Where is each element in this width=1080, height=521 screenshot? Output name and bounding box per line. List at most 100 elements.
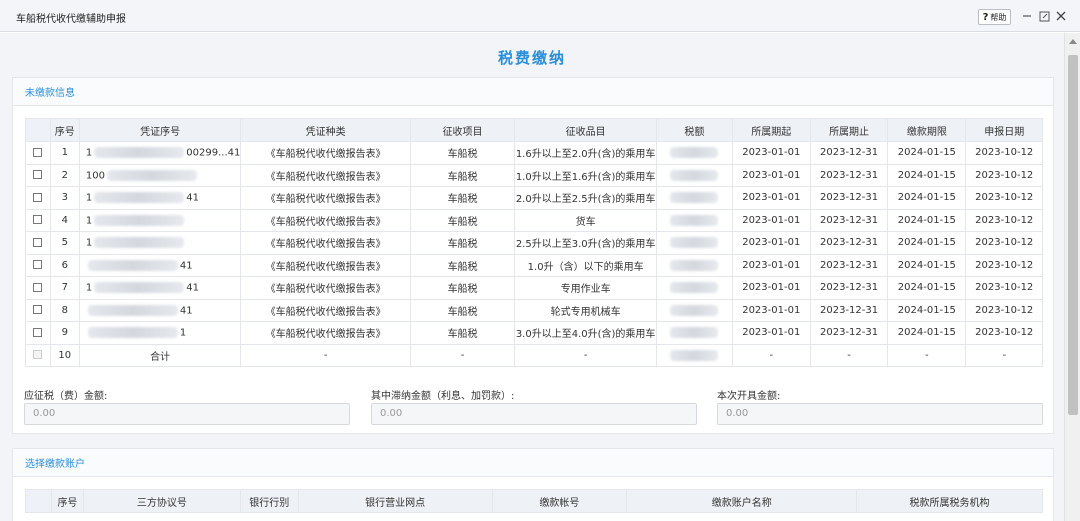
redacted-block (87, 304, 178, 316)
row-checkbox (33, 350, 43, 360)
row-number: 5 (49, 231, 80, 255)
close-icon[interactable] (1054, 9, 1068, 23)
scrollbar-thumb[interactable] (1068, 55, 1078, 415)
invoice-amount-label: 本次开具金额: (717, 391, 781, 402)
row-checkbox-cell[interactable] (25, 276, 51, 300)
tax-amount (656, 141, 733, 165)
row-checkbox-cell[interactable] (25, 231, 51, 255)
row-checkbox[interactable] (33, 282, 43, 292)
redacted-block (670, 237, 719, 248)
row-checkbox-cell[interactable] (25, 186, 51, 210)
redacted-block (670, 304, 719, 316)
period-end: 2023-12-31 (809, 186, 889, 210)
voucher-type: 《车船税代收代缴报告表》 (240, 141, 411, 165)
redacted-block (670, 282, 719, 293)
column-header: 税额 (656, 118, 733, 142)
row-checkbox-cell[interactable] (25, 253, 51, 277)
row-checkbox[interactable] (33, 215, 43, 225)
row-checkbox-cell[interactable] (25, 208, 51, 232)
period-end: 2023-12-31 (809, 231, 889, 255)
row-number: 1 (49, 141, 80, 165)
empty-cell: - (514, 343, 658, 367)
row-checkbox[interactable] (33, 170, 43, 180)
voucher-number-tail: 41 (179, 260, 193, 271)
payment-deadline: 2024-01-15 (887, 321, 967, 345)
collection-project: 车船税 (409, 253, 516, 277)
tax-total (656, 343, 733, 367)
column-header: 凭证种类 (240, 118, 411, 142)
account-table: 序号 三方协议号 银行行别 银行营业网点 缴款帐号 缴款账户名称 税款所属税务机… (25, 489, 1043, 513)
scroll-up-icon[interactable] (1069, 39, 1077, 44)
collection-item: 轮式专用机械车 (514, 298, 658, 322)
column-header: 申报日期 (965, 118, 1043, 142)
voucher-number-tail: 41 (179, 305, 193, 316)
row-checkbox[interactable] (33, 327, 43, 337)
late-fee-label: 其中滞纳金额（利息、加罚款）: (371, 391, 515, 402)
row-checkbox-cell[interactable] (25, 141, 51, 165)
vertical-scrollbar[interactable] (1064, 33, 1080, 521)
row-checkbox[interactable] (33, 305, 43, 315)
total-label: 合计 (78, 343, 242, 367)
late-fee-input[interactable]: 0.00 (371, 403, 697, 425)
voucher-number: 41 (78, 253, 242, 277)
empty-cell: - (409, 343, 516, 367)
collection-item: 1.0升（含）以下的乘用车 (514, 253, 658, 277)
voucher-type: 《车船税代收代缴报告表》 (240, 231, 411, 255)
payment-deadline: 2024-01-15 (887, 186, 967, 210)
row-checkbox[interactable] (33, 192, 43, 202)
tax-amount (656, 231, 733, 255)
declaration-date: 2023-10-12 (965, 321, 1043, 345)
table-row[interactable]: 7 1 41 《车船税代收代缴报告表》 车船税 专用作业车 2023-01-01 2023-1… (25, 276, 1043, 300)
period-end: 2023-12-31 (809, 253, 889, 277)
redacted-block (94, 147, 185, 158)
row-checkbox-cell[interactable] (25, 163, 51, 187)
row-number: 7 (49, 276, 80, 300)
period-start: 2023-01-01 (731, 231, 811, 255)
help-button[interactable]: ? 帮助 (978, 9, 1011, 25)
table-row[interactable]: 2 100 《车船税代收代缴报告表》 车船税 1.0升以上至1.6升(含)的乘用车 202… (25, 163, 1043, 187)
period-end: 2023-12-31 (809, 321, 889, 345)
table-row[interactable]: 3 1 41 《车船税代收代缴报告表》 车船税 2.0升以上至2.5升(含)的乘用车 202… (25, 186, 1043, 210)
minimize-icon[interactable] (1020, 9, 1034, 23)
tax-amount (656, 253, 733, 277)
table-row[interactable]: 6 41 《车船税代收代缴报告表》 车船税 1.0升（含）以下的乘用车 2023-01-0… (25, 253, 1043, 277)
column-header: 三方协议号 (82, 489, 241, 513)
tax-amount (656, 186, 733, 210)
maximize-icon[interactable] (1037, 9, 1051, 23)
collection-project: 车船税 (409, 276, 516, 300)
payment-deadline: 2024-01-15 (887, 298, 967, 322)
voucher-type: 《车船税代收代缴报告表》 (240, 208, 411, 232)
row-number: 4 (49, 208, 80, 232)
row-checkbox-cell[interactable] (25, 321, 51, 345)
row-checkbox-cell (25, 343, 51, 367)
tax-amount (656, 298, 733, 322)
voucher-number-prefix: 100 (85, 170, 105, 181)
empty-cell: - (965, 343, 1043, 367)
row-checkbox-cell[interactable] (25, 298, 51, 322)
row-checkbox[interactable] (33, 260, 43, 270)
collection-item: 货车 (514, 208, 658, 232)
table-row[interactable]: 9 1 《车船税代收代缴报告表》 车船税 3.0升以上至4.0升(含)的乘用车 2023-… (25, 321, 1043, 345)
redacted-block (94, 282, 185, 293)
collection-project: 车船税 (409, 208, 516, 232)
invoice-amount-input[interactable]: 0.00 (717, 403, 1043, 425)
tax-amount (656, 163, 733, 187)
table-row[interactable]: 4 1 《车船税代收代缴报告表》 车船税 货车 2023-01-01 2023-12-31 2… (25, 208, 1043, 232)
redacted-block (94, 214, 185, 226)
redacted-block (670, 147, 719, 158)
voucher-number-prefix: 1 (85, 147, 93, 159)
row-checkbox[interactable] (33, 237, 43, 247)
row-number: 3 (49, 186, 80, 210)
tax-amount-label: 应征税（费）金额: (24, 391, 108, 402)
column-header: 序号 (50, 489, 84, 513)
row-checkbox[interactable] (33, 147, 43, 157)
table-row[interactable]: 8 41 《车船税代收代缴报告表》 车船税 轮式专用机械车 2023-01-01 2023-… (25, 298, 1043, 322)
redacted-block (670, 214, 719, 226)
table-row[interactable]: 1 1 00299...41 《车船税代收代缴报告表》 车船税 1.6升以上至2.0升(含… (25, 141, 1043, 165)
table-row[interactable]: 5 1 《车船税代收代缴报告表》 车船税 2.5升以上至3.0升(含)的乘用车 2023-… (25, 231, 1043, 255)
tax-amount-input[interactable]: 0.00 (24, 403, 350, 425)
collection-item: 1.6升以上至2.0升(含)的乘用车 (514, 141, 658, 165)
voucher-number: 1 (78, 231, 242, 255)
table-header-row: 序号 凭证序号 凭证种类 征收项目 征收品目 税额 所属期起 所属期止 缴款期限… (25, 118, 1043, 142)
column-header: 所属期起 (731, 118, 811, 142)
